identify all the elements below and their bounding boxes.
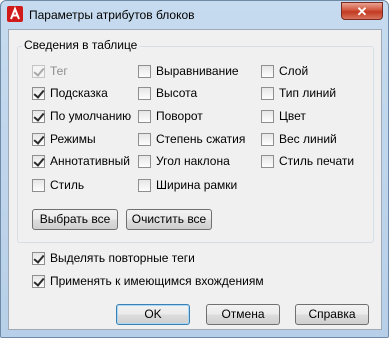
checkbox-box[interactable] <box>32 86 45 100</box>
dialog-client-area: Сведения в таблице Тег Подсказка По умол… <box>8 29 382 330</box>
checkbox-box[interactable] <box>138 178 151 192</box>
checkbox-box[interactable] <box>138 132 151 146</box>
checkbox-box[interactable] <box>138 109 151 123</box>
checkbox-apply-to-existing[interactable]: Применять к имеющимся вхождениям <box>32 273 264 289</box>
checkbox-label: Высота <box>156 86 198 100</box>
help-button[interactable]: Справка <box>295 304 369 325</box>
checkbox-label: Тип линий <box>279 86 337 100</box>
checkbox-box[interactable] <box>32 154 45 168</box>
checkbox-label: По умолчанию <box>50 109 132 123</box>
checkbox-width-factor[interactable]: Степень сжатия <box>138 131 245 147</box>
ok-button[interactable]: OK <box>116 304 190 325</box>
window-title: Параметры атрибутов блоков <box>29 8 195 22</box>
checkbox-box[interactable] <box>32 132 45 146</box>
checkbox-label: Угол наклона <box>156 154 230 168</box>
checkbox-label: Стиль печати <box>279 154 355 168</box>
checkbox-label: Цвет <box>279 109 306 123</box>
close-button[interactable]: ✕ <box>341 2 383 20</box>
autocad-a-icon <box>7 6 23 22</box>
checkbox-label: Стиль <box>50 178 85 192</box>
checkbox-label: Применять к имеющимся вхождениям <box>50 274 264 288</box>
checkbox-box <box>32 64 45 78</box>
checkbox-modes[interactable]: Режимы <box>32 131 96 147</box>
checkbox-label: Степень сжатия <box>156 132 246 146</box>
group-title: Сведения в таблице <box>22 38 140 52</box>
checkbox-label: Вес линий <box>279 132 337 146</box>
checkbox-oblique-angle[interactable]: Угол наклона <box>138 153 230 169</box>
dialog-window: Параметры атрибутов блоков ✕ Сведения в … <box>0 0 389 338</box>
checkbox-boundary-width[interactable]: Ширина рамки <box>138 177 237 193</box>
checkbox-box[interactable] <box>138 86 151 100</box>
checkbox-annotative[interactable]: Аннотативный <box>32 153 130 169</box>
checkbox-label: Поворот <box>156 109 203 123</box>
checkbox-box[interactable] <box>261 109 274 123</box>
checkbox-label: Режимы <box>50 132 96 146</box>
checkbox-rotation[interactable]: Поворот <box>138 108 203 124</box>
checkbox-box[interactable] <box>32 274 45 288</box>
checkbox-color[interactable]: Цвет <box>261 108 306 124</box>
cancel-button[interactable]: Отмена <box>206 304 280 325</box>
checkbox-label: Тег <box>50 64 68 78</box>
checkbox-box[interactable] <box>32 251 45 265</box>
checkbox-layer[interactable]: Слой <box>261 63 308 79</box>
checkbox-justification[interactable]: Выравнивание <box>138 63 239 79</box>
checkbox-box[interactable] <box>138 154 151 168</box>
checkbox-height[interactable]: Высота <box>138 85 197 101</box>
checkbox-box[interactable] <box>32 178 45 192</box>
checkbox-linetype[interactable]: Тип линий <box>261 85 336 101</box>
checkbox-label: Аннотативный <box>50 154 130 168</box>
clear-all-button[interactable]: Очистить все <box>126 209 212 230</box>
close-icon: ✕ <box>356 4 368 19</box>
checkbox-lineweight[interactable]: Вес линий <box>261 131 337 147</box>
checkbox-prompt[interactable]: Подсказка <box>32 85 108 101</box>
checkbox-box[interactable] <box>261 132 274 146</box>
checkbox-plot-style[interactable]: Стиль печати <box>261 153 354 169</box>
checkbox-label: Подсказка <box>50 86 108 100</box>
checkbox-label: Выравнивание <box>156 64 239 78</box>
checkbox-box[interactable] <box>138 64 151 78</box>
checkbox-default[interactable]: По умолчанию <box>32 108 131 124</box>
checkbox-highlight-duplicate-tags[interactable]: Выделять повторные теги <box>32 250 195 266</box>
checkbox-style[interactable]: Стиль <box>32 177 84 193</box>
checkbox-tag: Тег <box>32 63 68 79</box>
checkbox-box[interactable] <box>261 86 274 100</box>
title-bar[interactable]: Параметры атрибутов блоков ✕ <box>1 1 388 29</box>
checkbox-box[interactable] <box>261 154 274 168</box>
checkbox-label: Ширина рамки <box>156 178 238 192</box>
checkbox-label: Слой <box>279 64 309 78</box>
checkbox-box[interactable] <box>261 64 274 78</box>
checkbox-box[interactable] <box>32 109 45 123</box>
checkbox-label: Выделять повторные теги <box>50 251 195 265</box>
select-all-button[interactable]: Выбрать все <box>32 209 118 230</box>
